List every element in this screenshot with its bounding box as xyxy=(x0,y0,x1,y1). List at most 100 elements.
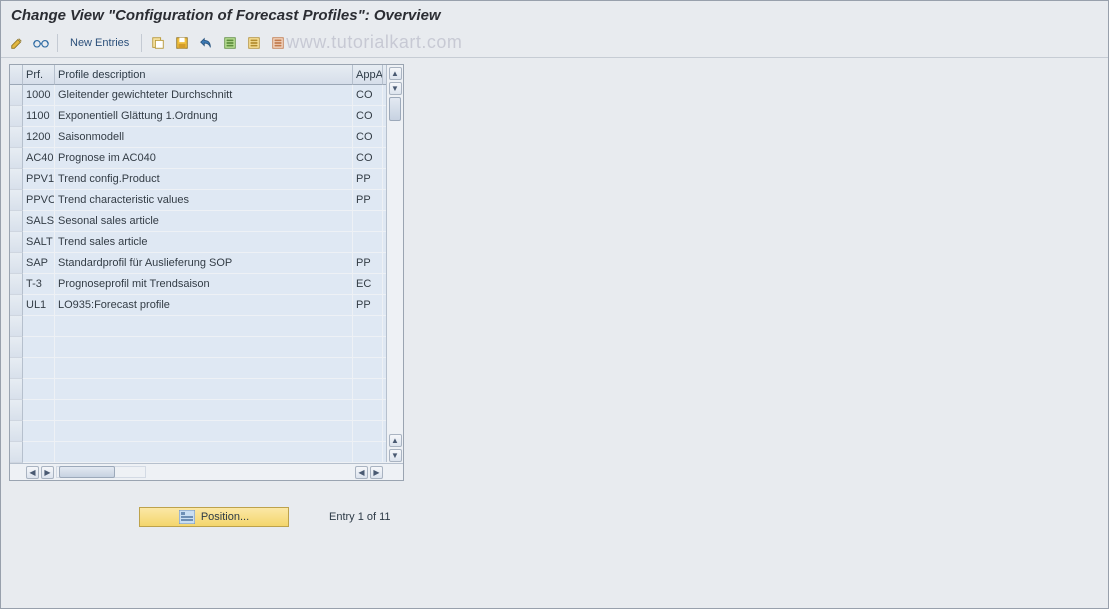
scroll-right-arrow-icon[interactable]: ▶ xyxy=(41,466,54,479)
cell-prf[interactable] xyxy=(23,337,55,358)
cell-app[interactable]: PP xyxy=(353,169,383,190)
row-selector[interactable] xyxy=(10,148,23,169)
cell-prf[interactable]: PPV1 xyxy=(23,169,55,190)
cell-description[interactable]: Sesonal sales article xyxy=(55,211,353,232)
cell-app[interactable]: PP xyxy=(353,190,383,211)
cell-app[interactable]: CO xyxy=(353,85,383,106)
row-selector[interactable] xyxy=(10,253,23,274)
cell-app[interactable]: EC xyxy=(353,274,383,295)
cell-prf[interactable] xyxy=(23,379,55,400)
cell-prf[interactable] xyxy=(23,316,55,337)
cell-prf[interactable]: SAP xyxy=(23,253,55,274)
copy-icon[interactable] xyxy=(148,33,168,53)
cell-app[interactable] xyxy=(353,358,383,379)
toggle-display-change-icon[interactable] xyxy=(7,33,27,53)
scroll-thumb[interactable] xyxy=(389,97,401,121)
toolbar-separator xyxy=(141,34,142,52)
row-selector[interactable] xyxy=(10,442,23,463)
cell-description[interactable] xyxy=(55,400,353,421)
undo-icon[interactable] xyxy=(196,33,216,53)
cell-app[interactable]: PP xyxy=(353,253,383,274)
cell-description[interactable]: Prognose im AC040 xyxy=(55,148,353,169)
scroll-up-arrow-icon[interactable]: ▲ xyxy=(389,67,402,80)
row-selector[interactable] xyxy=(10,232,23,253)
position-icon xyxy=(179,510,195,524)
row-selector[interactable] xyxy=(10,274,23,295)
cell-prf[interactable]: 1000 xyxy=(23,85,55,106)
cell-app[interactable] xyxy=(353,442,383,463)
col-header-prf[interactable]: Prf. xyxy=(23,65,55,85)
cell-description[interactable]: LO935:Forecast profile xyxy=(55,295,353,316)
new-entries-button[interactable]: New Entries xyxy=(64,33,135,53)
cell-prf[interactable]: SALS xyxy=(23,211,55,232)
cell-prf[interactable]: SALT xyxy=(23,232,55,253)
cell-description[interactable] xyxy=(55,337,353,358)
cell-app[interactable]: CO xyxy=(353,148,383,169)
cell-app[interactable] xyxy=(353,316,383,337)
vertical-scrollbar[interactable]: ▲ ▼ ▲ ▼ xyxy=(386,65,403,462)
cell-app[interactable] xyxy=(353,400,383,421)
col-header-description[interactable]: Profile description xyxy=(55,65,353,85)
cell-prf[interactable]: PPVC xyxy=(23,190,55,211)
row-selector[interactable] xyxy=(10,127,23,148)
row-selector[interactable] xyxy=(10,379,23,400)
cell-app[interactable] xyxy=(353,211,383,232)
scroll-track[interactable] xyxy=(56,466,146,478)
row-selector[interactable] xyxy=(10,421,23,442)
scroll-right-arrow-icon[interactable]: ▶ xyxy=(370,466,383,479)
position-button[interactable]: Position... xyxy=(139,507,289,527)
cell-app[interactable] xyxy=(353,337,383,358)
select-block-icon[interactable] xyxy=(244,33,264,53)
table-corner[interactable] xyxy=(10,65,23,85)
cell-prf[interactable] xyxy=(23,400,55,421)
scroll-down-arrow-icon[interactable]: ▼ xyxy=(389,82,402,95)
cell-prf[interactable] xyxy=(23,442,55,463)
cell-app[interactable]: CO xyxy=(353,106,383,127)
select-all-icon[interactable] xyxy=(220,33,240,53)
row-selector[interactable] xyxy=(10,106,23,127)
cell-description[interactable] xyxy=(55,358,353,379)
scroll-up-arrow-icon[interactable]: ▲ xyxy=(389,434,402,447)
row-selector[interactable] xyxy=(10,316,23,337)
cell-description[interactable] xyxy=(55,379,353,400)
cell-description[interactable]: Prognoseprofil mit Trendsaison xyxy=(55,274,353,295)
cell-description[interactable]: Trend sales article xyxy=(55,232,353,253)
scroll-thumb[interactable] xyxy=(59,466,115,478)
scroll-left-arrow-icon[interactable]: ◀ xyxy=(355,466,368,479)
row-selector[interactable] xyxy=(10,169,23,190)
cell-app[interactable] xyxy=(353,421,383,442)
cell-description[interactable] xyxy=(55,316,353,337)
col-header-app[interactable]: AppA xyxy=(353,65,383,85)
cell-prf[interactable] xyxy=(23,358,55,379)
scroll-left-arrow-icon[interactable]: ◀ xyxy=(26,466,39,479)
cell-prf[interactable]: 1200 xyxy=(23,127,55,148)
row-selector[interactable] xyxy=(10,211,23,232)
cell-description[interactable]: Trend config.Product xyxy=(55,169,353,190)
cell-description[interactable]: Standardprofil für Auslieferung SOP xyxy=(55,253,353,274)
save-icon[interactable] xyxy=(172,33,192,53)
cell-prf[interactable]: T-3 xyxy=(23,274,55,295)
row-selector[interactable] xyxy=(10,358,23,379)
details-glasses-icon[interactable] xyxy=(31,33,51,53)
cell-description[interactable] xyxy=(55,421,353,442)
cell-prf[interactable]: AC40 xyxy=(23,148,55,169)
cell-prf[interactable]: UL1 xyxy=(23,295,55,316)
horizontal-scrollbar[interactable]: ◀ ▶ ◀ ▶ xyxy=(10,463,403,480)
cell-description[interactable]: Exponentiell Glättung 1.Ordnung xyxy=(55,106,353,127)
cell-app[interactable] xyxy=(353,379,383,400)
cell-app[interactable]: PP xyxy=(353,295,383,316)
cell-prf[interactable]: 1100 xyxy=(23,106,55,127)
cell-description[interactable] xyxy=(55,442,353,463)
cell-description[interactable]: Trend characteristic values xyxy=(55,190,353,211)
row-selector[interactable] xyxy=(10,337,23,358)
row-selector[interactable] xyxy=(10,190,23,211)
cell-prf[interactable] xyxy=(23,421,55,442)
cell-app[interactable] xyxy=(353,232,383,253)
row-selector[interactable] xyxy=(10,295,23,316)
row-selector[interactable] xyxy=(10,85,23,106)
cell-app[interactable]: CO xyxy=(353,127,383,148)
scroll-down-arrow-icon[interactable]: ▼ xyxy=(389,449,402,462)
cell-description[interactable]: Saisonmodell xyxy=(55,127,353,148)
row-selector[interactable] xyxy=(10,400,23,421)
cell-description[interactable]: Gleitender gewichteter Durchschnitt xyxy=(55,85,353,106)
